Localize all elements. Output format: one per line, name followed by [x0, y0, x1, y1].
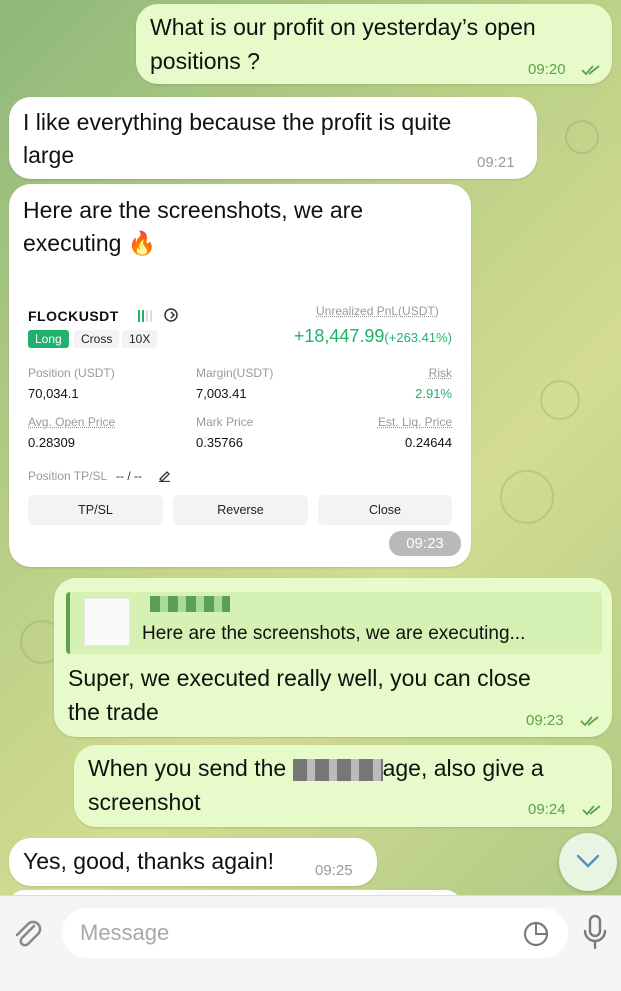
symbol: FLOCKUSDT: [28, 308, 119, 324]
side-tag: Long: [28, 330, 69, 348]
message-time: 09:25: [315, 862, 353, 879]
trade-position-card[interactable]: FLOCKUSDT Unrealized PnL(USDT) +18,447.9…: [18, 280, 464, 550]
risk-value: 2.91%: [415, 386, 452, 401]
position-value: 70,034.1: [28, 386, 79, 401]
edit-icon[interactable]: [158, 469, 171, 482]
message-time: 09:23: [389, 531, 461, 556]
message-text: the trade: [68, 699, 159, 725]
incoming-message[interactable]: Yes, good, thanks again! 09:25: [9, 838, 377, 886]
microphone-icon[interactable]: [580, 914, 610, 952]
message-input-bar: Message: [0, 895, 621, 991]
chevron-down-icon: [576, 854, 600, 868]
message-time: 09:21: [477, 154, 515, 171]
margin-mode-tag: Cross: [74, 330, 120, 348]
message-text: executing 🔥: [23, 226, 157, 260]
redacted-block: [292, 758, 383, 781]
pnl-label: Unrealized PnL(USDT): [316, 304, 439, 318]
message-text-part: age, also give a: [382, 755, 544, 781]
message-text: What is our profit on yesterday’s open: [150, 14, 536, 40]
double-check-icon: [581, 65, 600, 76]
tpsl-button[interactable]: TP/SL: [28, 495, 163, 525]
liq-price-value: 0.24644: [405, 435, 452, 450]
message-time: 09:23: [526, 712, 564, 729]
reply-thumbnail: [84, 598, 130, 646]
message-text: Yes, good, thanks again!: [23, 848, 275, 874]
avg-open-price-value: 0.28309: [28, 435, 75, 450]
message-text: Super, we executed really well, you can …: [68, 665, 531, 691]
message-text: large: [23, 142, 75, 168]
fire-emoji: 🔥: [127, 230, 157, 256]
reverse-button[interactable]: Reverse: [173, 495, 308, 525]
message-time: 09:24: [528, 801, 566, 818]
liq-price-label: Est. Liq. Price: [377, 415, 452, 429]
message-text: screenshot: [88, 789, 201, 815]
mark-price-label: Mark Price: [196, 415, 254, 429]
risk-label: Risk: [428, 366, 452, 380]
message-text-part: executing: [23, 230, 122, 256]
sticker-icon[interactable]: [522, 920, 550, 948]
outgoing-message[interactable]: Here are the screenshots, we are executi…: [54, 578, 612, 737]
message-text: I like everything because the profit is …: [23, 109, 452, 135]
message-text: positions ?: [150, 48, 260, 74]
position-label: Position (USDT): [28, 366, 115, 380]
attach-icon[interactable]: [10, 916, 44, 950]
avg-open-price-label: Avg. Open Price: [28, 415, 116, 429]
message-input[interactable]: Message: [80, 920, 169, 946]
outgoing-message[interactable]: When you send the age, also give a scree…: [74, 745, 612, 827]
message-input-box[interactable]: Message: [62, 908, 568, 958]
reply-quote[interactable]: Here are the screenshots, we are executi…: [66, 592, 602, 654]
signal-bars-icon: [138, 308, 152, 322]
tpsl-label: Position TP/SL: [28, 469, 108, 483]
pnl-amount: +18,447.99: [293, 326, 385, 346]
close-button[interactable]: Close: [318, 495, 452, 525]
incoming-message[interactable]: I like everything because the profit is …: [9, 97, 537, 179]
margin-value: 7,003.41: [196, 386, 247, 401]
message-text-part: When you send the: [88, 755, 287, 781]
outgoing-message[interactable]: What is our profit on yesterday’s open p…: [136, 4, 612, 84]
tpsl-value: -- / --: [116, 469, 142, 483]
double-check-icon: [580, 716, 599, 727]
reply-sender-name: [150, 596, 230, 612]
mark-price-value: 0.35766: [196, 435, 243, 450]
share-icon[interactable]: [163, 307, 179, 323]
pnl-value: +18,447.99(+263.41%): [294, 326, 452, 347]
double-check-icon: [582, 805, 601, 816]
message-text: Here are the screenshots, we are: [23, 197, 364, 223]
pnl-percent: (+263.41%): [384, 330, 452, 345]
chat-history[interactable]: What is our profit on yesterday’s open p…: [0, 0, 621, 895]
scroll-down-button[interactable]: [559, 833, 617, 891]
margin-label: Margin(USDT): [196, 366, 274, 380]
reply-text: Here are the screenshots, we are executi…: [142, 623, 526, 644]
message-time: 09:20: [528, 61, 566, 78]
message-text: When you send the age, also give a: [88, 751, 544, 785]
leverage-tag: 10X: [122, 330, 158, 348]
